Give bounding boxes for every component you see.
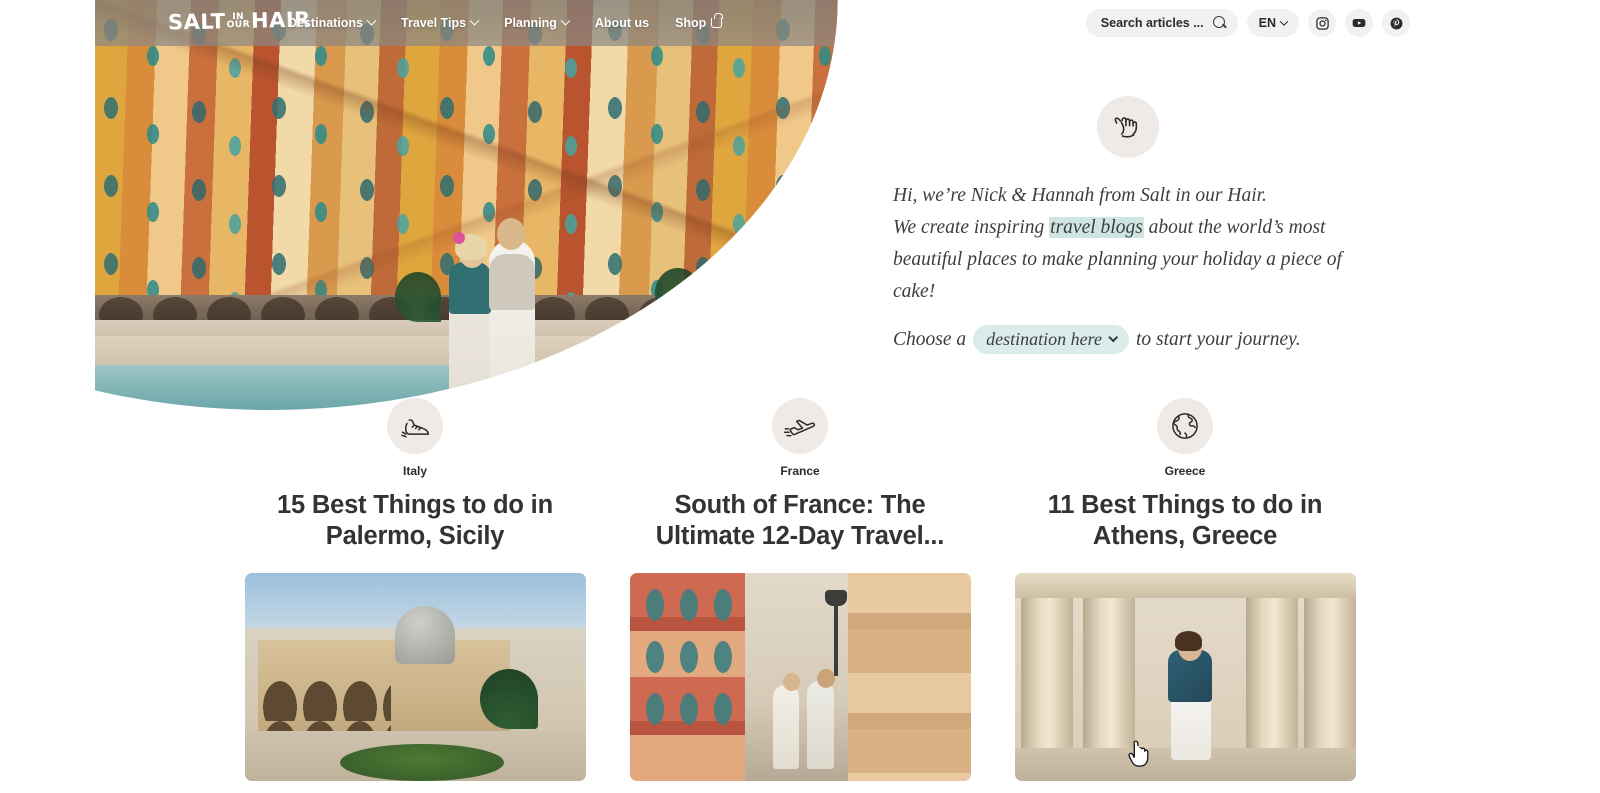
window-shutters [643, 585, 732, 736]
column [1246, 573, 1299, 748]
hero-photo [95, 0, 838, 410]
logo-in-our: IN OUR [226, 12, 251, 31]
intro-cta-row: Choose a destination here to start your … [893, 325, 1363, 354]
walking-person-one [772, 685, 799, 770]
card-image[interactable] [244, 573, 586, 781]
travel-blogs-link[interactable]: travel blogs [1049, 217, 1144, 238]
chevron-down-icon [560, 15, 571, 26]
nav-item-shop[interactable]: Shop [675, 13, 724, 30]
hero-image [95, 0, 838, 410]
shopping-basket-icon [711, 13, 724, 28]
site-header: SALT IN OURHAIR Destinations Travel Tips P… [0, 0, 1600, 46]
hero-palm-tree [395, 272, 441, 322]
intro-paragraph: Hi, we’re Nick & Hannah from Salt in our… [893, 180, 1363, 308]
shaka-hand-icon [1097, 96, 1159, 158]
intro-line-1: Hi, we’re Nick & Hannah from Salt in our… [893, 185, 1267, 206]
language-current: EN [1258, 16, 1276, 30]
pinterest-icon[interactable] [1382, 9, 1410, 37]
cathedral-arches [261, 681, 392, 736]
card-category[interactable]: France [780, 464, 819, 478]
garden-hedge [339, 743, 504, 781]
airplane-icon [772, 398, 828, 454]
nav-label-destinations: Destinations [288, 16, 364, 30]
main-navigation: Destinations Travel Tips Planning About … [288, 0, 724, 46]
search-placeholder: Search articles ... [1100, 16, 1204, 30]
nav-label-shop: Shop [675, 16, 707, 30]
nav-item-about-us[interactable]: About us [595, 16, 649, 30]
pointer-hand-cursor [1126, 740, 1150, 770]
cta-text-before: Choose a [893, 328, 967, 350]
entablature [1014, 573, 1356, 598]
article-card[interactable]: Italy 15 Best Things to do in Palermo, S… [244, 398, 586, 781]
header-actions: Search articles ... EN [1085, 0, 1410, 46]
youtube-icon[interactable] [1345, 9, 1373, 37]
athens-parthenon-photo [1014, 573, 1356, 781]
person-one-head [782, 672, 800, 691]
nav-item-destinations[interactable]: Destinations [288, 15, 377, 30]
nav-item-planning[interactable]: Planning [504, 15, 571, 30]
article-card[interactable]: Greece 11 Best Things to do in Athens, G… [1014, 398, 1356, 781]
column [1021, 573, 1074, 748]
destination-dropdown-label: destination here [986, 329, 1102, 349]
chevron-down-icon [366, 15, 377, 26]
cta-text-after: to start your journey. [1135, 328, 1301, 350]
chevron-down-icon [1108, 332, 1119, 343]
intro-block: Hi, we’re Nick & Hannah from Salt in our… [893, 96, 1363, 354]
nav-label-planning: Planning [504, 16, 557, 30]
article-card-grid: Italy 15 Best Things to do in Palermo, S… [0, 398, 1600, 781]
logo-salt: SALT [167, 9, 226, 35]
page-root: SALT IN OURHAIR Destinations Travel Tips P… [0, 0, 1600, 793]
standing-woman-hair [1174, 631, 1202, 652]
walking-person-two [806, 681, 834, 770]
search-input[interactable]: Search articles ... [1085, 9, 1238, 37]
article-card[interactable]: France South of France: The Ultimate 12-… [629, 398, 971, 781]
hero-person-two-top [488, 253, 535, 310]
nav-label-about-us: About us [594, 16, 650, 30]
card-category[interactable]: Italy [403, 464, 427, 478]
person-two-head [817, 668, 836, 688]
intro-line-2-before: We create inspiring [893, 217, 1050, 238]
card-image[interactable] [1014, 573, 1356, 781]
logo-our: OUR [226, 19, 251, 31]
palm-tree [479, 668, 538, 729]
hero-palm-tree [655, 268, 701, 318]
nav-item-travel-tips[interactable]: Travel Tips [401, 15, 480, 30]
column [1304, 573, 1356, 748]
card-title[interactable]: 15 Best Things to do in Palermo, Sicily [250, 490, 580, 552]
column [1082, 573, 1135, 748]
destination-dropdown[interactable]: destination here [973, 325, 1129, 354]
south-of-france-street-photo [629, 573, 971, 781]
chevron-down-icon [1279, 17, 1289, 26]
hero-hair-flower [452, 231, 465, 244]
right-building-wall [847, 573, 971, 781]
card-title[interactable]: 11 Best Things to do in Athens, Greece [1020, 490, 1350, 552]
chevron-down-icon [469, 15, 480, 26]
globe-icon [1157, 398, 1213, 454]
street-lamp [825, 590, 848, 677]
card-image[interactable] [629, 573, 971, 781]
hero-person-two-head [496, 217, 525, 250]
card-category[interactable]: Greece [1165, 464, 1206, 478]
language-selector[interactable]: EN [1246, 9, 1299, 37]
nav-label-travel-tips: Travel Tips [401, 16, 467, 30]
card-title[interactable]: South of France: The Ultimate 12-Day Tra… [635, 490, 965, 552]
hero-palm-tree [795, 276, 838, 326]
hero-couple [443, 189, 563, 410]
hero-person-one-top [448, 261, 491, 314]
instagram-icon[interactable] [1308, 9, 1336, 37]
search-icon[interactable] [1212, 16, 1227, 30]
cathedral-dome [394, 606, 455, 665]
palermo-cathedral-photo [244, 573, 586, 781]
hiking-boot-icon [387, 398, 443, 454]
